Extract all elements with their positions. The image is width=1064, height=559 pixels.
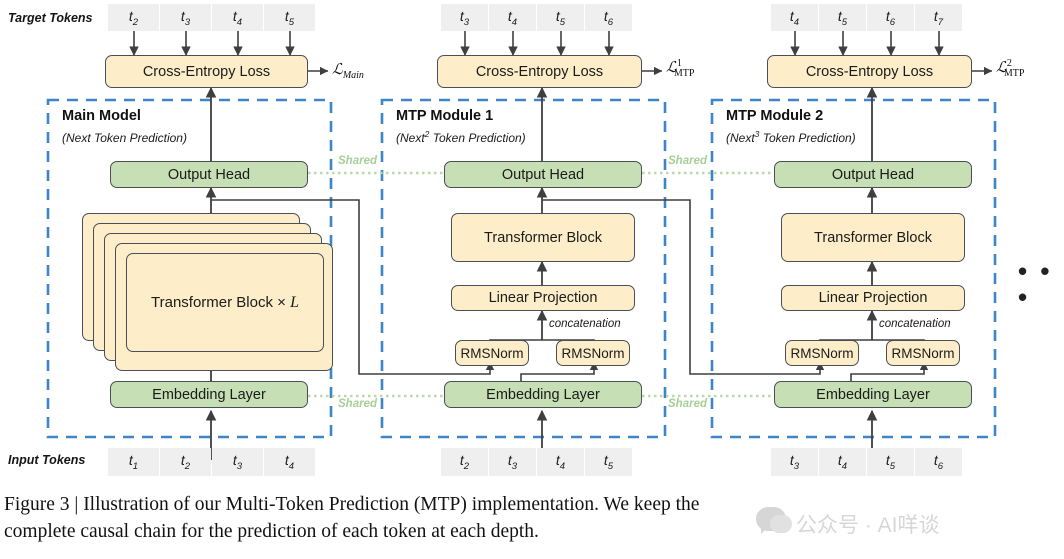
module-title-mtp1: MTP Module 1 (396, 108, 494, 124)
row-label-target-tokens: Target Tokens (8, 11, 93, 25)
target-token-cell: t5 (537, 4, 584, 31)
input-token-cell: t3 (212, 448, 263, 476)
rmsnorm-right-mtp1[interactable]: RMSNorm (556, 340, 630, 366)
rmsnorm-left-mtp1[interactable]: RMSNorm (455, 340, 529, 366)
module-title-mtp2: MTP Module 2 (726, 108, 824, 124)
target-token-cell: t6 (585, 4, 632, 31)
loss-symbol-main: ℒMain (332, 62, 364, 81)
input-token-cell: t2 (160, 448, 211, 476)
target-token-cell: t7 (915, 4, 962, 31)
rmsnorm-right-mtp2[interactable]: RMSNorm (886, 340, 960, 366)
input-token-cell: t5 (585, 448, 632, 476)
cross-entropy-loss-box-main[interactable]: Cross-Entropy Loss (105, 55, 308, 88)
loss-symbol-mtp2: ℒ2MTP (996, 58, 1025, 79)
shared-label-outputhead-2: Shared (668, 155, 707, 167)
target-token-cell: t2 (108, 4, 159, 31)
cross-entropy-loss-box-mtp1[interactable]: Cross-Entropy Loss (437, 55, 642, 88)
transformer-block-main[interactable]: Transformer Block × L (126, 253, 324, 352)
module-title-main: Main Model (62, 108, 141, 124)
input-token-cell: t1 (108, 448, 159, 476)
transformer-block-main-label: Transformer Block × L (151, 293, 299, 311)
shared-label-embedding-1: Shared (338, 398, 377, 410)
transformer-block-mtp2[interactable]: Transformer Block (781, 213, 965, 262)
module-subtitle-mtp1: (Next2 Token Prediction) (396, 129, 526, 145)
embedding-layer-main[interactable]: Embedding Layer (110, 381, 308, 408)
cross-entropy-loss-box-mtp2[interactable]: Cross-Entropy Loss (767, 55, 972, 88)
shared-label-outputhead-1: Shared (338, 155, 377, 167)
linear-projection-mtp2[interactable]: Linear Projection (781, 285, 965, 311)
target-token-cell: t4 (489, 4, 536, 31)
ellipsis-more-modules: • • • (1018, 256, 1053, 312)
output-head-box-main[interactable]: Output Head (110, 161, 308, 188)
input-token-cell: t4 (537, 448, 584, 476)
output-head-box-mtp2[interactable]: Output Head (774, 161, 972, 188)
input-token-cell: t5 (867, 448, 914, 476)
rmsnorm-left-mtp2[interactable]: RMSNorm (785, 340, 859, 366)
embedding-layer-mtp2[interactable]: Embedding Layer (774, 381, 972, 408)
concatenation-label-mtp2: concatenation (879, 318, 951, 330)
figure-caption: Figure 3 | Illustration of our Multi-Tok… (4, 492, 1060, 546)
target-token-cell: t3 (441, 4, 488, 31)
shared-label-embedding-2: Shared (668, 398, 707, 410)
input-token-cell: t3 (771, 448, 818, 476)
figure-canvas: Target Tokens Input Tokens t2 t3 t4 t5 t… (0, 0, 1064, 559)
output-head-box-mtp1[interactable]: Output Head (444, 161, 642, 188)
target-token-cell: t5 (264, 4, 315, 31)
target-token-cell: t4 (771, 4, 818, 31)
module-subtitle-mtp2: (Next3 Token Prediction) (726, 129, 856, 145)
input-token-cell: t3 (489, 448, 536, 476)
embedding-layer-mtp1[interactable]: Embedding Layer (444, 381, 642, 408)
input-token-cell: t6 (915, 448, 962, 476)
transformer-block-mtp1[interactable]: Transformer Block (451, 213, 635, 262)
row-label-input-tokens: Input Tokens (8, 453, 86, 467)
target-token-cell: t3 (160, 4, 211, 31)
figure-caption-line-2: complete causal chain for the prediction… (4, 520, 539, 542)
target-token-cell: t6 (867, 4, 914, 31)
module-subtitle-main: (Next Token Prediction) (62, 131, 187, 145)
input-token-cell: t4 (819, 448, 866, 476)
figure-caption-line-1: Figure 3 | Illustration of our Multi-Tok… (4, 494, 700, 515)
target-token-cell: t4 (212, 4, 263, 31)
concatenation-label-mtp1: concatenation (549, 318, 621, 330)
linear-projection-mtp1[interactable]: Linear Projection (451, 285, 635, 311)
loss-symbol-mtp1: ℒ1MTP (666, 58, 695, 79)
target-token-cell: t5 (819, 4, 866, 31)
input-token-cell: t4 (264, 448, 315, 476)
input-token-cell: t2 (441, 448, 488, 476)
